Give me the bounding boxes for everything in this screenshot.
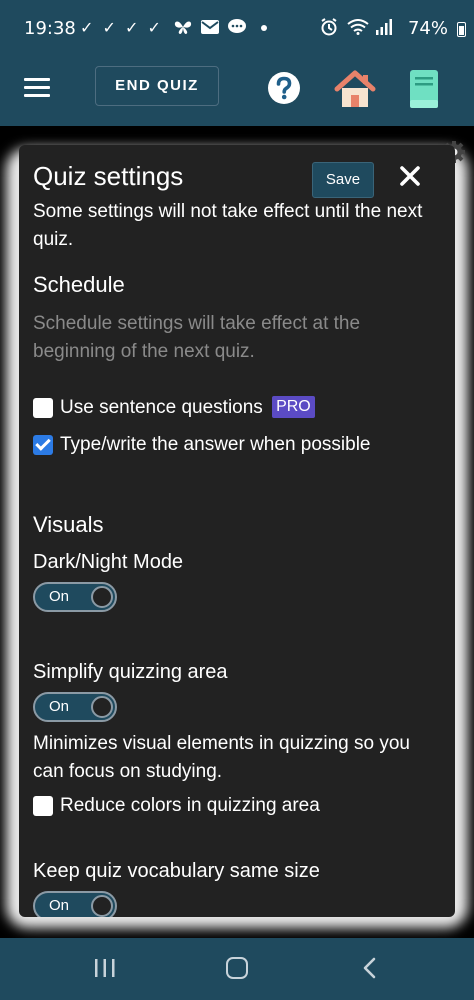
- status-bar: 19:38 ✓ ✓ ✓ ✓ 74%: [0, 0, 474, 62]
- alarm-icon: [321, 18, 337, 36]
- quiz-settings-modal: Quiz settings Save Some settings will no…: [19, 145, 455, 917]
- end-quiz-button[interactable]: END QUIZ: [95, 66, 219, 106]
- keep-size-state: On: [49, 897, 70, 914]
- wifi-icon: [347, 19, 369, 35]
- simplify-label: Simplify quizzing area: [33, 661, 228, 683]
- chat-icon: [228, 19, 247, 33]
- schedule-description: Schedule settings will take effect at th…: [33, 313, 361, 362]
- pro-badge: PRO: [272, 396, 315, 418]
- dark-mode-toggle[interactable]: On: [33, 582, 117, 612]
- home-icon[interactable]: [334, 69, 376, 109]
- signal-icon: [376, 19, 392, 35]
- visuals-heading: Visuals: [33, 512, 104, 537]
- toggle-knob: [91, 586, 113, 608]
- notification-icons: ✓ ✓ ✓ ✓: [80, 18, 269, 37]
- back-icon[interactable]: [362, 957, 376, 979]
- keep-size-label: Keep quiz vocabulary same size: [33, 860, 320, 882]
- type-answer-label: Type/write the answer when possible: [60, 434, 371, 455]
- battery-percent: 74%: [407, 18, 448, 39]
- schedule-heading: Schedule: [33, 272, 125, 297]
- menu-icon[interactable]: [24, 78, 50, 100]
- type-answer-checkbox[interactable]: [33, 435, 53, 455]
- simplify-state: On: [49, 698, 70, 715]
- keep-size-toggle[interactable]: On: [33, 891, 117, 917]
- recent-apps-icon[interactable]: [94, 959, 116, 977]
- butterfly-icon: [174, 21, 192, 34]
- close-icon[interactable]: [399, 165, 421, 187]
- mail-icon: [201, 20, 220, 34]
- dot-icon: [261, 25, 268, 31]
- reduce-colors-checkbox[interactable]: [33, 796, 53, 816]
- status-time: 19:38: [24, 18, 76, 39]
- toggle-knob: [91, 696, 113, 718]
- dark-mode-label: Dark/Night Mode: [33, 551, 184, 573]
- check-notification-icons: ✓ ✓ ✓ ✓: [80, 18, 163, 37]
- sentence-questions-checkbox[interactable]: [33, 398, 53, 418]
- save-button[interactable]: Save: [312, 162, 374, 198]
- simplify-toggle[interactable]: On: [33, 692, 117, 722]
- toggle-knob: [91, 895, 113, 917]
- sentence-questions-label: Use sentence questions: [60, 397, 263, 418]
- reduce-colors-label: Reduce colors in quizzing area: [60, 795, 320, 816]
- home-nav-icon[interactable]: [226, 957, 248, 979]
- simplify-description: Minimizes visual elements in quizzing so…: [33, 733, 410, 782]
- system-icons: [320, 18, 392, 37]
- modal-title: Quiz settings: [33, 161, 184, 191]
- book-icon[interactable]: [410, 70, 438, 108]
- dark-mode-state: On: [49, 588, 70, 605]
- help-icon[interactable]: [267, 71, 301, 105]
- system-nav-bar: [0, 938, 474, 1000]
- battery-icon: [457, 22, 466, 37]
- settings-note: Some settings will not take effect until…: [33, 201, 423, 250]
- app-toolbar: END QUIZ: [0, 62, 474, 126]
